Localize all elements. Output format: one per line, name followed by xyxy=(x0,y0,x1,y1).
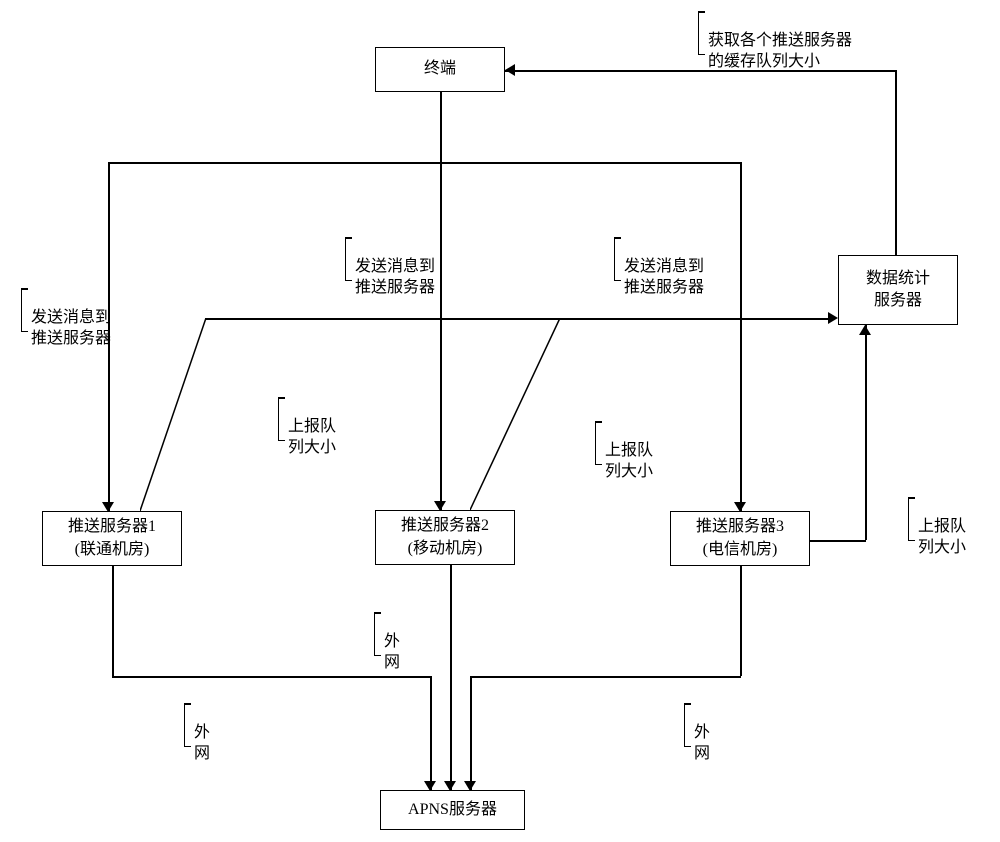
extnet-3-label: 外 网 xyxy=(694,702,710,764)
push-server-1-box: 推送服务器1 (联通机房) xyxy=(42,511,182,566)
arrow-push3-apns xyxy=(464,781,476,791)
report-1-bracket xyxy=(278,397,279,441)
stats-server-label: 数据统计 服务器 xyxy=(866,268,930,313)
line-push3-up-h xyxy=(810,540,866,542)
extnet-2-label: 外 网 xyxy=(384,611,400,673)
send-left-label: 发送消息到 推送服务器 xyxy=(31,287,111,349)
arrow-push1-apns xyxy=(424,781,436,791)
line-to-push3 xyxy=(740,162,742,511)
arrow-push2-apns xyxy=(444,781,456,791)
report-2-label: 上报队 列大小 xyxy=(605,420,653,482)
apns-server-label: APNS服务器 xyxy=(408,799,497,821)
line-push1-down2 xyxy=(430,676,432,790)
get-cache-bracket xyxy=(698,11,699,55)
push-server-3-label: 推送服务器3 (电信机房) xyxy=(696,516,784,561)
line-push1-right xyxy=(112,676,430,678)
line-to-push1 xyxy=(108,162,110,511)
line-push3-down2 xyxy=(470,676,472,790)
extnet-3-bracket xyxy=(684,703,685,747)
terminal-box: 终端 xyxy=(375,47,505,92)
send-right-bracket xyxy=(614,237,615,281)
arrow-to-terminal xyxy=(505,64,515,76)
report-3-bracket xyxy=(908,497,909,541)
send-mid-label: 发送消息到 推送服务器 xyxy=(355,236,435,298)
diag-push1 xyxy=(140,318,210,513)
line-to-push2 xyxy=(440,162,442,510)
line-hdist xyxy=(108,162,740,164)
send-right-label: 发送消息到 推送服务器 xyxy=(624,236,704,298)
line-stats-to-terminal xyxy=(505,70,896,72)
line-push1-down xyxy=(112,566,114,676)
send-mid-bracket xyxy=(345,237,346,281)
arrow-to-push1 xyxy=(102,502,114,512)
push-server-1-label: 推送服务器1 (联通机房) xyxy=(68,516,156,561)
arrow-push3-up xyxy=(859,325,871,335)
report-1-label: 上报队 列大小 xyxy=(288,396,336,458)
get-cache-label: 获取各个推送服务器 的缓存队列大小 xyxy=(708,10,852,72)
report-2-bracket xyxy=(595,421,596,465)
push-server-3-box: 推送服务器3 (电信机房) xyxy=(670,511,810,566)
terminal-label: 终端 xyxy=(424,58,456,80)
line-terminal-down xyxy=(440,92,442,162)
apns-server-box: APNS服务器 xyxy=(380,790,525,830)
extnet-2-bracket xyxy=(374,612,375,656)
line-push3-down xyxy=(740,566,742,676)
diag-push2 xyxy=(470,318,565,513)
line-stats-up xyxy=(895,70,897,255)
send-left-bracket xyxy=(21,288,22,332)
arrow-to-push3 xyxy=(734,502,746,512)
push-server-2-box: 推送服务器2 (移动机房) xyxy=(375,510,515,565)
report-3-label: 上报队 列大小 xyxy=(918,496,966,558)
arrow-to-stats xyxy=(828,312,838,324)
stats-server-box: 数据统计 服务器 xyxy=(838,255,958,325)
line-push3-left xyxy=(470,676,741,678)
push-server-2-label: 推送服务器2 (移动机房) xyxy=(401,515,489,560)
arrow-to-push2 xyxy=(434,501,446,511)
line-push3-up xyxy=(865,325,867,540)
line-push2-apns xyxy=(450,565,452,790)
extnet-1-bracket xyxy=(184,703,185,747)
extnet-1-label: 外 网 xyxy=(194,702,210,764)
